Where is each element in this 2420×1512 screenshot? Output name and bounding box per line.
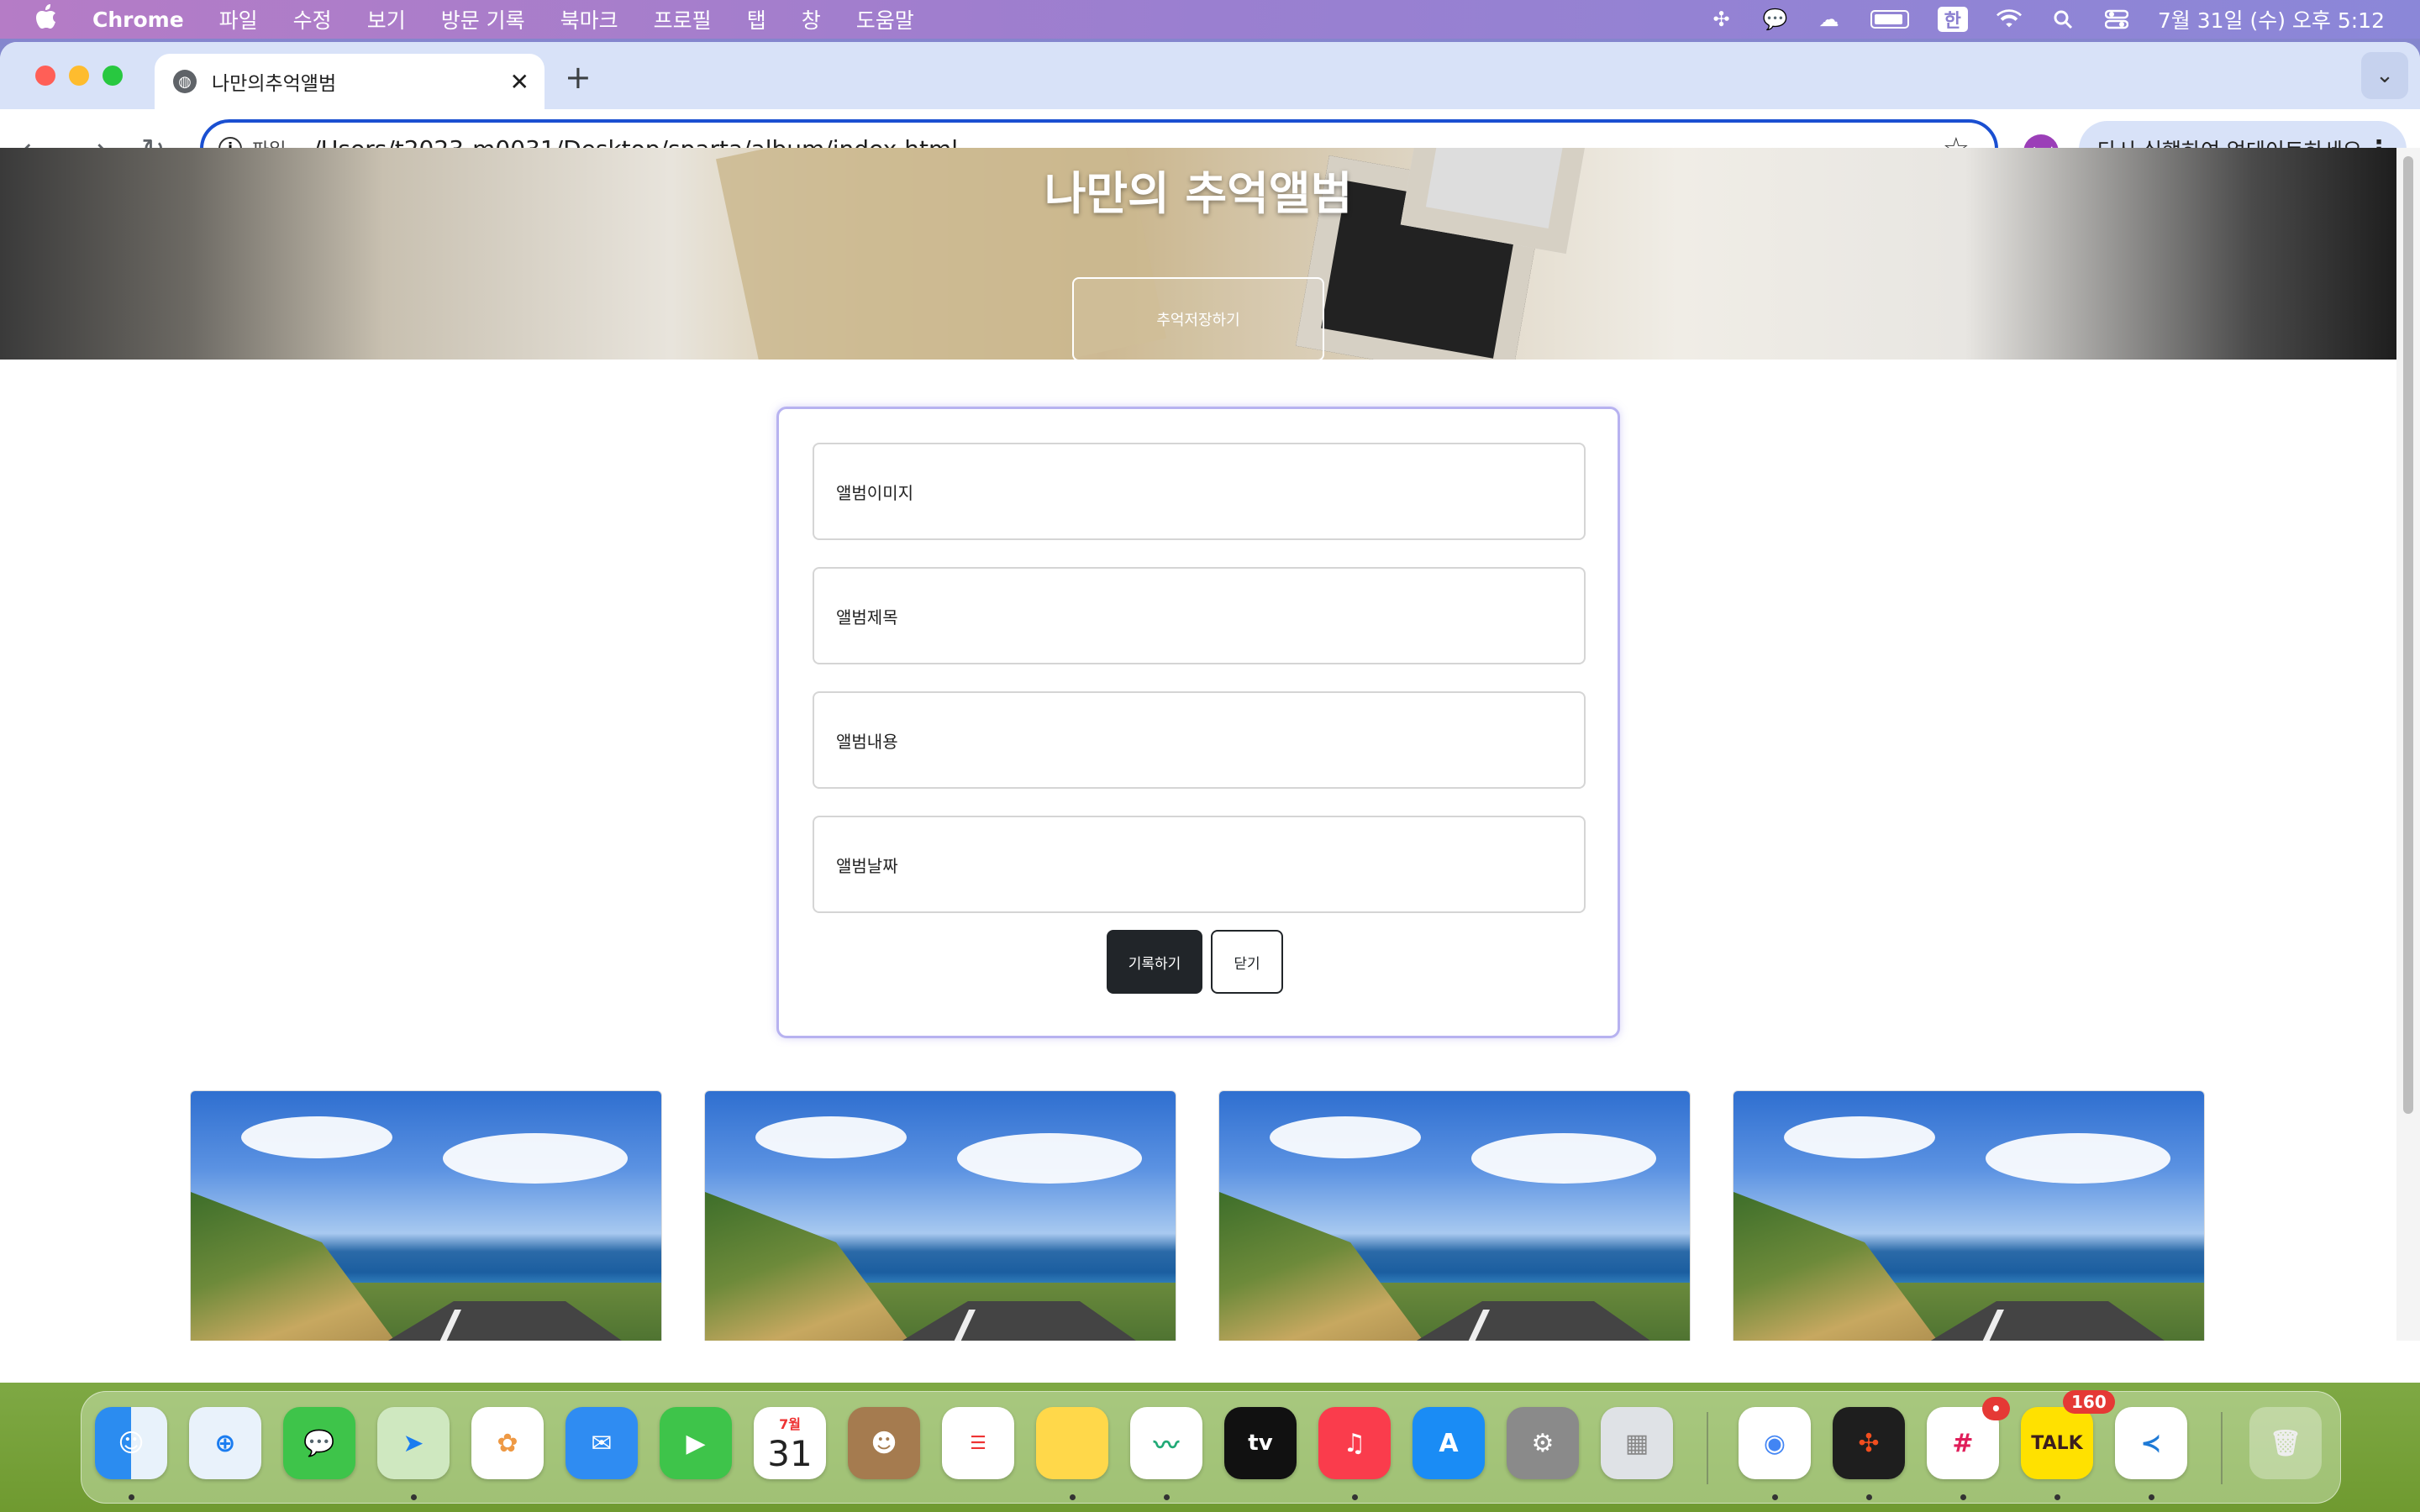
scrollbar-thumb[interactable]: [2403, 156, 2413, 1114]
photos-icon[interactable]: ✿: [471, 1407, 544, 1479]
dock-separator: [2221, 1412, 2223, 1484]
menu-help[interactable]: 도움말: [856, 4, 914, 34]
card-image-cloud: [443, 1133, 628, 1184]
close-window-button[interactable]: [35, 66, 55, 86]
calendar-icon[interactable]: 7월 31: [754, 1407, 826, 1479]
menu-profiles[interactable]: 프로필: [654, 4, 712, 34]
figma-status-icon[interactable]: ✣: [1709, 8, 1734, 31]
album-card[interactable]: [1733, 1090, 2205, 1341]
card-image-cloud: [957, 1133, 1142, 1184]
creative-cloud-icon[interactable]: ☁: [1817, 8, 1842, 31]
card-image-cloud: [1270, 1116, 1421, 1158]
contacts-icon[interactable]: ☻: [848, 1407, 920, 1479]
control-center-icon[interactable]: [2104, 8, 2129, 30]
menu-edit[interactable]: 수정: [293, 4, 332, 34]
close-tab-icon[interactable]: ✕: [510, 68, 529, 96]
album-date-input[interactable]: 앨범날짜: [813, 816, 1586, 913]
kakaotalk-badge: 160: [2063, 1390, 2115, 1414]
finder-icon[interactable]: ☺: [95, 1407, 167, 1479]
launchpad-icon[interactable]: ▦: [1601, 1407, 1673, 1479]
running-indicator: [411, 1494, 417, 1500]
facetime-icon[interactable]: ▶: [660, 1407, 732, 1479]
messages-icon[interactable]: 💬: [283, 1407, 355, 1479]
album-title-input[interactable]: 앨범제목: [813, 567, 1586, 664]
new-tab-button[interactable]: +: [565, 59, 592, 96]
kakaotalk-icon[interactable]: TALK: [2021, 1407, 2093, 1479]
menu-bar: Chrome 파일 수정 보기 방문 기록 북마크 프로필 탭 창 도움말 ✣ …: [0, 0, 2420, 39]
album-image-input[interactable]: 앨범이미지: [813, 443, 1586, 540]
running-indicator: [1960, 1494, 1966, 1500]
wifi-icon[interactable]: [1996, 8, 2022, 30]
notes-icon[interactable]: [1036, 1407, 1108, 1479]
calendar-day: 31: [767, 1432, 813, 1474]
tab-strip: ◍ 나만의추억앨범 ✕ + ⌄: [0, 42, 2420, 109]
menubar-clock[interactable]: 7월 31일 (수) 오후 5:12: [2158, 4, 2385, 34]
apple-menu-icon[interactable]: [35, 4, 57, 34]
album-card[interactable]: [190, 1090, 662, 1341]
menu-history[interactable]: 방문 기록: [441, 4, 525, 34]
running-indicator: [1164, 1494, 1170, 1500]
running-indicator: [1070, 1494, 1076, 1500]
record-button[interactable]: 기록하기: [1107, 930, 1202, 994]
input-method-indicator[interactable]: 한: [1937, 7, 1968, 32]
dock-separator: [1707, 1412, 1708, 1484]
running-indicator: [2149, 1494, 2154, 1500]
running-indicator: [129, 1494, 134, 1500]
system-settings-icon[interactable]: ⚙: [1507, 1407, 1579, 1479]
running-indicator: [2054, 1494, 2060, 1500]
close-button[interactable]: 닫기: [1211, 930, 1283, 994]
maps-icon[interactable]: ➤: [377, 1407, 450, 1479]
card-image-cloud: [755, 1116, 907, 1158]
hero-banner: 나만의 추억앨범 추억저장하기: [0, 148, 2396, 360]
album-card[interactable]: [704, 1090, 1176, 1341]
app-menu-chrome[interactable]: Chrome: [92, 8, 184, 32]
calendar-month: 7월: [779, 1415, 801, 1432]
apple-tv-label: tv: [1248, 1431, 1273, 1456]
running-indicator: [1352, 1494, 1358, 1500]
zoom-window-button[interactable]: [103, 66, 123, 86]
apple-tv-icon[interactable]: tv: [1224, 1407, 1297, 1479]
globe-icon: ◍: [173, 70, 197, 93]
chrome-icon[interactable]: ◉: [1739, 1407, 1811, 1479]
running-indicator: [1772, 1494, 1778, 1500]
page-scrollbar[interactable]: [2396, 148, 2420, 1341]
spotlight-search-icon[interactable]: [2050, 8, 2075, 30]
music-icon[interactable]: ♫: [1318, 1407, 1391, 1479]
tab-search-chevron-icon[interactable]: ⌄: [2361, 52, 2408, 99]
album-form: 앨범이미지 앨범제목 앨범내용 앨범날짜 기록하기 닫기: [776, 407, 1620, 1038]
menu-view[interactable]: 보기: [367, 4, 406, 34]
reminders-icon[interactable]: ☰: [942, 1407, 1014, 1479]
menu-bookmarks[interactable]: 북마크: [560, 4, 618, 34]
freeform-icon[interactable]: 〰: [1130, 1407, 1202, 1479]
menu-tab[interactable]: 탭: [747, 4, 766, 34]
card-image-cloud: [1986, 1133, 2170, 1184]
dock: ☺ ⊕ 💬 ➤ ✿ ✉ ▶ 7월 31 ☻ ☰ 〰 tv ♫ A ⚙ ▦ ◉ ✣…: [81, 1390, 2341, 1504]
kakaotalk-label: TALK: [2031, 1432, 2083, 1454]
vscode-icon[interactable]: ≺: [2115, 1407, 2187, 1479]
minimize-window-button[interactable]: [69, 66, 89, 86]
album-content-input[interactable]: 앨범내용: [813, 691, 1586, 789]
card-image-cloud: [1784, 1116, 1935, 1158]
running-indicator: [1866, 1494, 1872, 1500]
trash-icon[interactable]: 🗑: [2249, 1407, 2322, 1479]
browser-tab[interactable]: ◍ 나만의추억앨범 ✕: [155, 54, 544, 109]
battery-icon[interactable]: [1870, 10, 1909, 29]
hero-title: 나만의 추억앨범: [1044, 167, 1353, 220]
mail-icon[interactable]: ✉: [566, 1407, 638, 1479]
tab-title: 나만의추억앨범: [212, 73, 337, 95]
chat-status-icon[interactable]: 💬: [1763, 8, 1788, 31]
safari-icon[interactable]: ⊕: [189, 1407, 261, 1479]
menu-window[interactable]: 창: [802, 4, 821, 34]
save-memory-button[interactable]: 추억저장하기: [1072, 277, 1324, 360]
figma-icon[interactable]: ✣: [1833, 1407, 1905, 1479]
menu-file[interactable]: 파일: [219, 4, 258, 34]
page-viewport: 나만의 추억앨범 추억저장하기 앨범이미지 앨범제목 앨범내용 앨범날짜 기록하…: [0, 148, 2396, 1341]
card-image-cloud: [241, 1116, 392, 1158]
card-image-cloud: [1471, 1133, 1656, 1184]
slack-badge: •: [1982, 1397, 2010, 1420]
album-card[interactable]: [1218, 1090, 1691, 1341]
app-store-icon[interactable]: A: [1413, 1407, 1485, 1479]
